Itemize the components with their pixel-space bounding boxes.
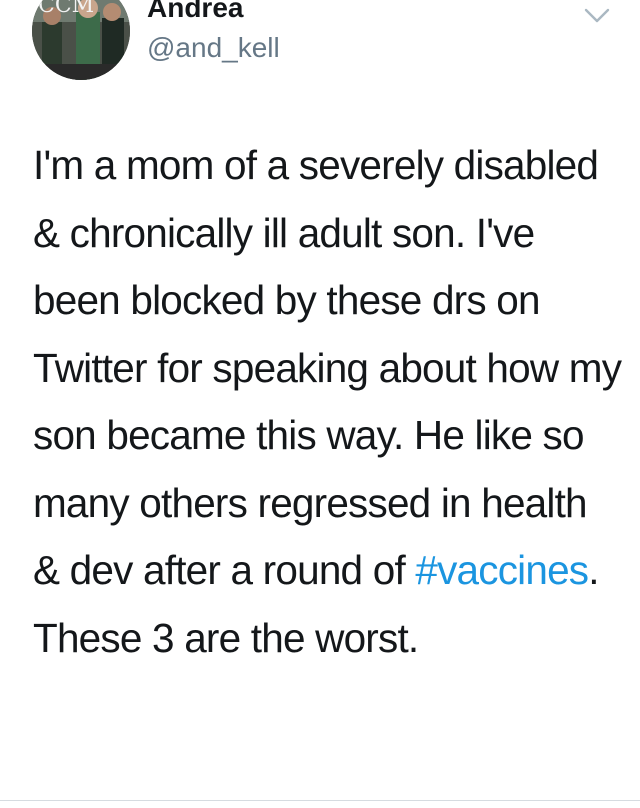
tweet-text-body: I'm a mom of a severely disabled & chron… <box>33 142 622 593</box>
divider <box>0 800 640 801</box>
hashtag-link[interactable]: #vaccines <box>415 547 589 593</box>
chevron-down-icon[interactable] <box>582 2 612 28</box>
avatar-logo-text: CCM <box>38 0 94 18</box>
avatar[interactable]: CCM <box>32 0 130 80</box>
tweet-text: I'm a mom of a severely disabled & chron… <box>33 132 623 672</box>
user-handle[interactable]: @and_kell <box>147 31 280 65</box>
tweet: CCM Andrea @and_kell I'm a mom of a seve… <box>0 0 640 808</box>
display-name[interactable]: Andrea <box>147 0 243 25</box>
avatar-image: CCM <box>32 0 130 80</box>
